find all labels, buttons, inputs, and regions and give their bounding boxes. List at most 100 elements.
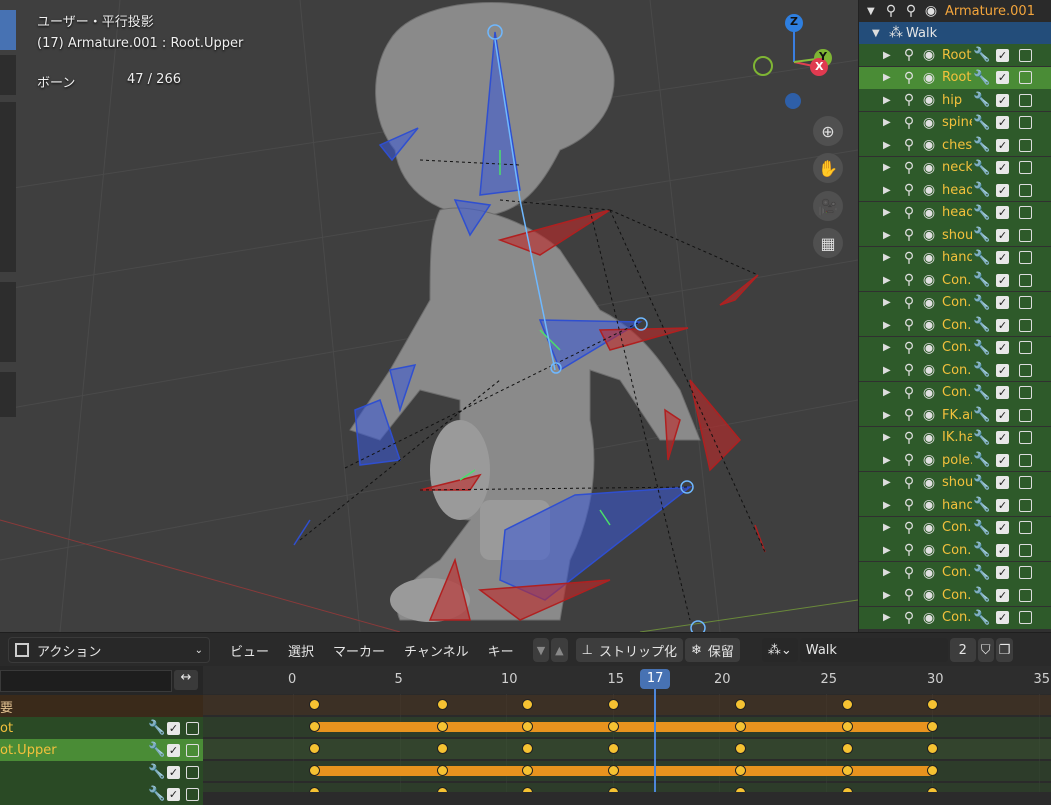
- lock-icon[interactable]: [1019, 251, 1032, 264]
- lock-icon[interactable]: [186, 721, 199, 735]
- checkbox-icon[interactable]: ✓: [996, 431, 1009, 444]
- checkbox-icon[interactable]: ✓: [996, 543, 1009, 557]
- checkbox-icon[interactable]: ✓: [167, 721, 180, 735]
- eye-icon[interactable]: ◉: [919, 115, 939, 131]
- action-name-field[interactable]: Walk: [799, 638, 948, 662]
- outliner-armature-row[interactable]: ▼ ⚲ ⚲ ◉ Armature.001: [859, 0, 1051, 22]
- wrench-icon[interactable]: 🔧: [972, 182, 992, 198]
- keyframe[interactable]: [841, 699, 853, 710]
- wrench-icon[interactable]: 🔧: [972, 205, 992, 221]
- pin-icon[interactable]: ⚲: [899, 115, 919, 131]
- pin-icon[interactable]: ⚲: [899, 542, 919, 558]
- pin-icon[interactable]: ⚲: [899, 70, 919, 86]
- pin-icon[interactable]: ⚲: [901, 3, 921, 19]
- transform-tools-group[interactable]: [0, 102, 16, 272]
- expand-arrow-icon[interactable]: ▶: [883, 590, 893, 601]
- lock-icon[interactable]: [1019, 318, 1032, 332]
- wrench-icon[interactable]: 🔧: [972, 47, 992, 63]
- lock-icon[interactable]: [1019, 273, 1032, 287]
- menu-view[interactable]: ビュー: [230, 641, 269, 660]
- outliner-bone-row[interactable]: ▶ ⚲ ◉ pole. 🔧 ✓: [859, 449, 1051, 471]
- wrench-icon[interactable]: 🔧: [972, 542, 992, 558]
- frame-ruler[interactable]: [203, 666, 1051, 694]
- checkbox-icon[interactable]: ✓: [996, 386, 1009, 399]
- eye-icon[interactable]: ◉: [919, 610, 939, 626]
- expand-arrow-icon[interactable]: ▶: [883, 117, 893, 128]
- outliner-bone-row[interactable]: ▶ ⚲ ◉ Con. 🔧 ✓: [859, 291, 1051, 314]
- eye-icon[interactable]: ◉: [919, 227, 939, 243]
- eye-icon[interactable]: ◉: [919, 475, 939, 491]
- wrench-icon[interactable]: 🔧: [972, 565, 992, 581]
- lock-icon[interactable]: [1019, 206, 1032, 219]
- wrench-icon[interactable]: 🔧: [972, 227, 992, 243]
- outliner-bone-row[interactable]: ▶ ⚲ ◉ head 🔧 ✓: [859, 179, 1051, 201]
- keyframe[interactable]: [927, 765, 938, 776]
- pin-icon[interactable]: ⚲: [899, 565, 919, 581]
- pin-icon[interactable]: ⚲: [899, 452, 919, 468]
- grid-icon[interactable]: ▦: [813, 228, 843, 258]
- expand-arrow-icon[interactable]: ▶: [883, 140, 893, 151]
- checkbox-icon[interactable]: ✓: [996, 318, 1009, 332]
- wrench-icon[interactable]: 🔧: [972, 452, 992, 468]
- pin-icon[interactable]: ⚲: [899, 227, 919, 243]
- checkbox-icon[interactable]: ✓: [996, 588, 1009, 602]
- wrench-icon[interactable]: 🔧: [972, 497, 992, 513]
- zoom-in-icon[interactable]: ⊕: [813, 116, 843, 146]
- outliner-bone-row[interactable]: ▶ ⚲ ◉ Con. 🔧 ✓: [859, 584, 1051, 606]
- pin-icon[interactable]: ⚲: [899, 497, 919, 513]
- channel-row[interactable]: ot 🔧 ✓: [0, 717, 203, 739]
- checkbox-icon[interactable]: ✓: [996, 138, 1009, 152]
- expand-arrow-icon[interactable]: ▶: [883, 95, 893, 106]
- eye-icon[interactable]: ◉: [919, 272, 939, 288]
- lock-icon[interactable]: [1019, 363, 1032, 377]
- lock-icon[interactable]: [1019, 431, 1032, 444]
- channel-row[interactable]: 要: [0, 695, 203, 717]
- eye-icon[interactable]: ◉: [919, 565, 939, 581]
- checkbox-icon[interactable]: ✓: [996, 93, 1009, 107]
- outliner-bone-row[interactable]: ▶ ⚲ ◉ Con. 🔧 ✓: [859, 516, 1051, 539]
- wrench-icon[interactable]: 🔧: [972, 385, 992, 401]
- pin-icon[interactable]: ⚲: [899, 385, 919, 401]
- expand-arrow-icon[interactable]: ▶: [883, 72, 893, 83]
- outliner-bone-row[interactable]: ▶ ⚲ ◉ Root 🔧 ✓: [859, 44, 1051, 66]
- wrench-icon[interactable]: 🔧: [972, 272, 992, 288]
- lock-icon[interactable]: [1019, 341, 1032, 354]
- expand-arrow-icon[interactable]: ▶: [883, 567, 893, 578]
- outliner-bone-row[interactable]: ▶ ⚲ ◉ hip 🔧 ✓: [859, 89, 1051, 111]
- checkbox-icon[interactable]: ✓: [996, 566, 1009, 579]
- wrench-icon[interactable]: 🔧: [972, 160, 992, 176]
- hold-button[interactable]: ❄ 保留: [684, 638, 740, 662]
- lock-icon[interactable]: [1019, 116, 1032, 129]
- duplicate-action-icon[interactable]: ❐: [995, 638, 1014, 662]
- pin-icon[interactable]: ⚲: [899, 205, 919, 221]
- keyframe[interactable]: [927, 787, 938, 792]
- current-frame-indicator[interactable]: 17: [640, 669, 671, 689]
- keyframe[interactable]: [437, 787, 449, 792]
- outliner-bone-row[interactable]: ▶ ⚲ ◉ hand 🔧 ✓: [859, 494, 1051, 516]
- checkbox-icon[interactable]: ✓: [996, 183, 1009, 197]
- checkbox-icon[interactable]: ✓: [167, 765, 180, 779]
- expand-arrow-icon[interactable]: ▶: [883, 230, 893, 241]
- keyframe[interactable]: [607, 787, 619, 792]
- lock-icon[interactable]: [186, 787, 199, 801]
- expand-arrow-icon[interactable]: ▶: [883, 432, 893, 443]
- pin-icon[interactable]: ⚲: [899, 92, 919, 108]
- outliner-bone-row[interactable]: ▶ ⚲ ◉ shou 🔧 ✓: [859, 471, 1051, 494]
- dope-sheet-timeline[interactable]: 0 5 10 15 20 25 30 35 17: [203, 666, 1051, 792]
- checkbox-icon[interactable]: ✓: [996, 611, 1009, 624]
- pin-icon[interactable]: ⚲: [899, 520, 919, 536]
- lock-icon[interactable]: [1019, 476, 1032, 489]
- checkbox-icon[interactable]: ✓: [996, 476, 1009, 489]
- pin-icon[interactable]: ⚲: [899, 407, 919, 423]
- checkbox-icon[interactable]: ✓: [996, 341, 1009, 354]
- keyframe[interactable]: [927, 699, 938, 710]
- lock-icon[interactable]: [1019, 296, 1032, 309]
- push-down-button[interactable]: ▼: [532, 638, 550, 662]
- eye-icon[interactable]: ◉: [919, 250, 939, 266]
- cursor-tool-button[interactable]: [0, 55, 16, 95]
- eye-icon[interactable]: ◉: [919, 182, 939, 198]
- channel-list[interactable]: ↔ 要 ot 🔧 ✓ ot.Upper 🔧 ✓ 🔧 ✓ 🔧 ✓: [0, 666, 203, 805]
- channel-search-input[interactable]: [0, 670, 172, 692]
- wrench-icon[interactable]: 🔧: [972, 137, 992, 153]
- wrench-icon[interactable]: 🔧: [147, 742, 167, 758]
